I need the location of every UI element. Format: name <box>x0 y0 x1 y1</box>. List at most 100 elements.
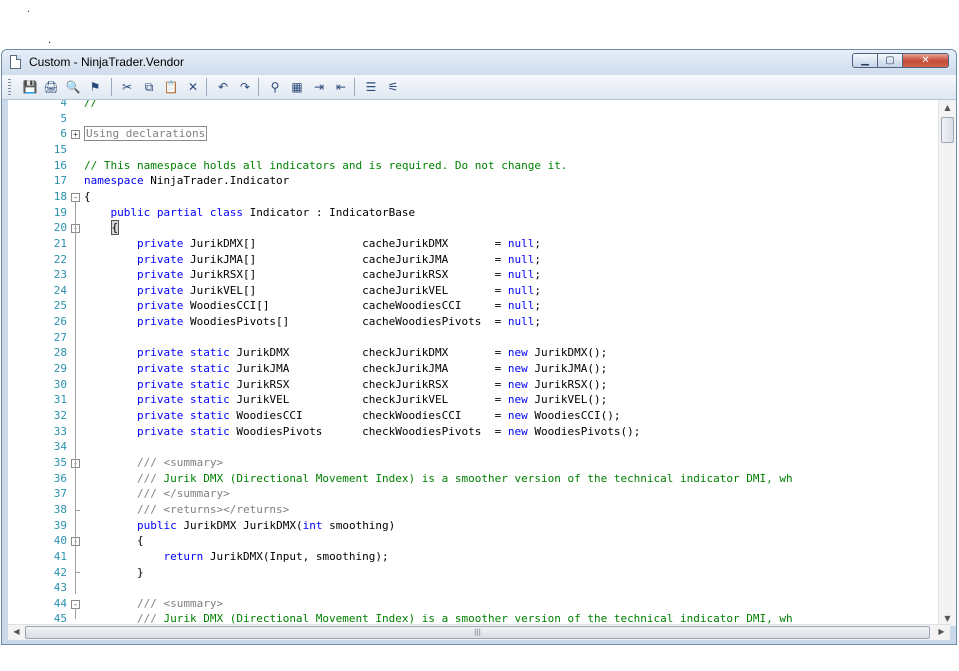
scroll-right-arrow-icon[interactable]: ▶ <box>933 627 950 636</box>
code-line[interactable]: 20 {- <box>8 220 930 236</box>
line-number: 27 <box>53 330 67 344</box>
replace-icon[interactable]: ▦ <box>288 78 306 96</box>
print-icon[interactable]: 🖨 <box>42 78 60 96</box>
code-line[interactable]: 41 return JurikDMX(Input, smoothing); <box>8 549 930 565</box>
code-line[interactable]: 6 Using declarations + <box>8 126 930 142</box>
code-text: return JurikDMX(Input, smoothing); <box>163 549 389 563</box>
uncomment-icon[interactable]: ⚟ <box>384 78 402 96</box>
title-bar[interactable]: Custom - NinjaTrader.Vendor ▁ ▢ ✕ <box>2 50 956 75</box>
code-line[interactable]: 18{- <box>8 189 930 205</box>
code-text: public JurikDMX JurikDMX(int smoothing) <box>136 518 396 532</box>
code-line[interactable]: 24 private JurikVEL[] cacheJurikVEL = nu… <box>8 283 930 299</box>
code-text: /// <summary> <box>136 596 224 610</box>
code-line[interactable]: 42 } <box>8 565 930 581</box>
indent-icon[interactable]: ⇥ <box>310 78 328 96</box>
horizontal-scroll-thumb[interactable]: ||| <box>25 626 930 639</box>
code-line[interactable]: 15 <box>8 142 930 158</box>
code-text: /// Jurik DMX (Directional Movement Inde… <box>136 471 793 485</box>
code-text: private static WoodiesCCI checkWoodiesCC… <box>136 409 621 422</box>
code-line[interactable]: 27 <box>8 330 930 346</box>
code-line[interactable]: 40 {- <box>8 533 930 549</box>
code-text: private static WoodiesPivots checkWoodie… <box>136 424 641 438</box>
save-icon[interactable]: 💾 <box>21 78 39 96</box>
code-line[interactable]: 34 <box>8 439 930 455</box>
comment-icon[interactable]: ☰ <box>362 78 380 96</box>
line-number: 44 <box>53 596 67 610</box>
code-text: { <box>84 189 91 203</box>
line-number: 25 <box>53 299 67 313</box>
code-text: private JurikDMX[] cacheJurikDMX = null; <box>136 236 541 250</box>
code-text: private JurikJMA[] cacheJurikJMA = null; <box>136 252 541 266</box>
undo-icon[interactable]: ↶ <box>214 78 232 96</box>
maximize-button[interactable]: ▢ <box>877 53 903 68</box>
code-line[interactable]: 44 /// <summary> - <box>8 596 930 612</box>
delete-icon[interactable]: ✕ <box>184 78 202 96</box>
vertical-scrollbar[interactable]: ▲ ▼ <box>938 100 956 626</box>
code-text: private WoodiesCCI[] cacheWoodiesCCI = n… <box>136 299 541 313</box>
code-line[interactable]: 19 public partial class Indicator : Indi… <box>8 205 930 221</box>
code-text: /// <summary> <box>136 455 224 469</box>
paste-icon[interactable]: 📋 <box>162 78 180 96</box>
code-text: private JurikRSX[] cacheJurikRSX = null; <box>136 268 541 282</box>
scroll-left-arrow-icon[interactable]: ◀ <box>8 627 25 636</box>
code-text: Using declarations <box>84 126 208 142</box>
fold-toggle-icon[interactable]: + <box>71 130 80 140</box>
cut-icon[interactable]: ✂ <box>118 78 136 96</box>
line-number: 30 <box>53 377 67 391</box>
minimize-button[interactable]: ▁ <box>852 53 878 68</box>
copy-icon[interactable]: ⧉ <box>140 78 158 96</box>
code-line[interactable]: 36 /// Jurik DMX (Directional Movement I… <box>8 471 930 487</box>
line-number: 18 <box>53 189 67 203</box>
code-line[interactable]: 21 private JurikDMX[] cacheJurikDMX = nu… <box>8 236 930 252</box>
code-line[interactable]: 38 /// <returns></returns> <box>8 502 930 518</box>
outline-guide-end <box>75 572 80 574</box>
print-preview-icon[interactable]: 🔍 <box>64 78 82 96</box>
line-number: 41 <box>53 549 67 563</box>
line-number: 37 <box>53 487 67 501</box>
code-line[interactable]: 17 namespace NinjaTrader.Indicator <box>8 173 930 189</box>
code-line[interactable]: 26 private WoodiesPivots[] cacheWoodiesP… <box>8 314 930 330</box>
toolbar-separator <box>111 78 112 96</box>
scroll-down-arrow-icon[interactable]: ▼ <box>939 614 956 623</box>
outdent-icon[interactable]: ⇤ <box>332 78 350 96</box>
code-line[interactable]: 5 <box>8 111 930 127</box>
line-number: 40 <box>53 534 67 548</box>
properties-icon[interactable]: ⚑ <box>86 78 104 96</box>
find-icon[interactable]: ⚲ <box>266 78 284 96</box>
code-line[interactable]: 16 // This namespace holds all indicators… <box>8 158 930 174</box>
code-line[interactable]: 43 <box>8 580 930 596</box>
code-text: private JurikVEL[] cacheJurikVEL = null; <box>136 283 541 297</box>
code-line[interactable]: 30 private static JurikRSX checkJurikRSX… <box>8 377 930 393</box>
code-line[interactable]: 23 private JurikRSX[] cacheJurikRSX = nu… <box>8 267 930 283</box>
line-number: 6 <box>60 127 67 141</box>
code-line[interactable]: 28 private static JurikDMX checkJurikDMX… <box>8 345 930 361</box>
code-line[interactable]: 31 private static JurikVEL checkJurikVEL… <box>8 392 930 408</box>
code-line[interactable]: 4 // <box>8 100 930 111</box>
line-number: 17 <box>53 174 67 188</box>
line-number: 26 <box>53 315 67 329</box>
line-number: 16 <box>53 158 67 172</box>
code-line[interactable]: 37 /// </summary> <box>8 486 930 502</box>
horizontal-scrollbar[interactable]: ◀ ||| ▶ <box>8 624 950 640</box>
code-line[interactable]: 32 private static WoodiesCCI checkWoodie… <box>8 408 930 424</box>
code-line[interactable]: 29 private static JurikJMA checkJurikJMA… <box>8 361 930 377</box>
code-editor[interactable]: 4 // 5 6 Using declarations +15 16 // This name… <box>8 100 950 626</box>
code-line[interactable]: 39 public JurikDMX JurikDMX(int smoothin… <box>8 518 930 534</box>
line-number: 33 <box>53 424 67 438</box>
line-number: 24 <box>53 283 67 297</box>
line-number: 28 <box>53 346 67 360</box>
line-number: 42 <box>53 565 67 579</box>
redo-icon[interactable]: ↷ <box>236 78 254 96</box>
code-line[interactable]: 33 private static WoodiesPivots checkWoo… <box>8 424 930 440</box>
code-line[interactable]: 35 /// <summary>- <box>8 455 930 471</box>
vertical-scroll-thumb[interactable] <box>941 117 954 143</box>
line-number: 15 <box>53 142 67 156</box>
code-line[interactable]: 25 private WoodiesCCI[] cacheWoodiesCCI … <box>8 298 930 314</box>
scroll-up-arrow-icon[interactable]: ▲ <box>939 103 956 112</box>
code-text: private WoodiesPivots[] cacheWoodiesPivo… <box>136 315 541 329</box>
line-number: 4 <box>60 100 67 109</box>
close-button[interactable]: ✕ <box>902 53 949 68</box>
code-line[interactable]: 22 private JurikJMA[] cacheJurikJMA = nu… <box>8 252 930 268</box>
line-number: 34 <box>53 440 67 454</box>
toolbar-grip[interactable] <box>8 79 11 95</box>
